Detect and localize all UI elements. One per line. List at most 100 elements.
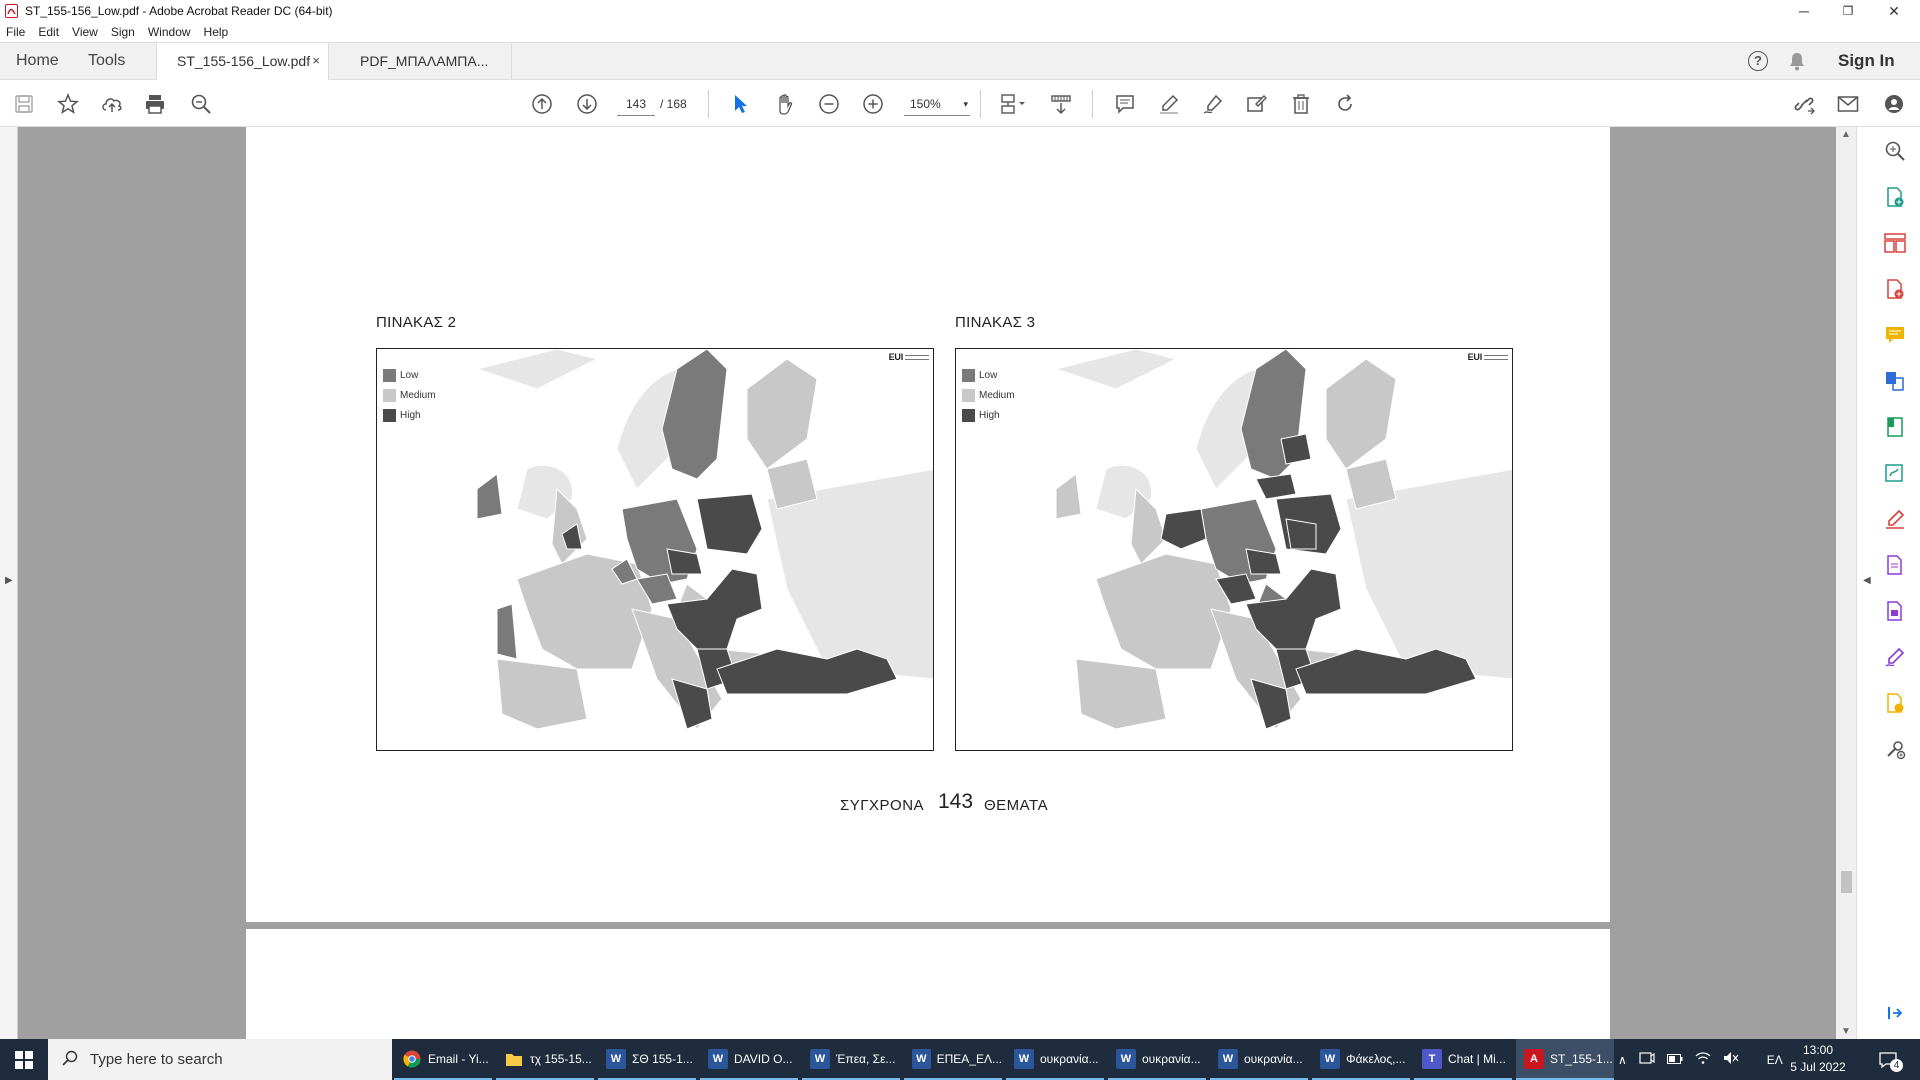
scroll-down-icon[interactable]: ▼ [1841, 1026, 1851, 1037]
taskbar-item-word[interactable]: W ουκρανία... [1108, 1039, 1206, 1080]
menu-bar: File Edit View Sign Window Help [0, 22, 1920, 42]
chrome-icon [402, 1049, 422, 1069]
taskbar-item-label: Φάκελος,... [1346, 1051, 1406, 1066]
previous-page-icon[interactable] [528, 90, 556, 118]
taskbar-item-label: DAVID O... [734, 1051, 793, 1066]
rotate-icon[interactable] [1331, 90, 1359, 118]
legend-item: Medium [383, 385, 436, 405]
document-viewport[interactable]: ▶ ΠΙΝΑΚΑΣ 2 ΠΙΝΑΚΑΣ 3 Low Medium High EU… [0, 127, 1920, 1049]
compress-pdf-icon[interactable] [1883, 415, 1907, 439]
edit-stamp-icon[interactable] [1243, 90, 1271, 118]
menu-file[interactable]: File [6, 25, 25, 39]
hand-tool-icon[interactable] [771, 90, 799, 118]
next-page-icon[interactable] [573, 90, 601, 118]
account-icon[interactable] [1880, 90, 1908, 118]
delete-trash-icon[interactable] [1287, 90, 1315, 118]
vertical-scrollbar[interactable]: ▲ ▼ [1836, 127, 1856, 1039]
notification-bell-icon[interactable] [1788, 51, 1806, 76]
meet-now-icon[interactable] [1639, 1051, 1655, 1068]
save-icon[interactable] [10, 90, 38, 118]
menu-edit[interactable]: Edit [38, 25, 59, 39]
notification-count-badge: 4 [1890, 1059, 1903, 1072]
teams-icon: T [1422, 1048, 1442, 1069]
taskbar-item-word[interactable]: W Φάκελος,... [1312, 1039, 1410, 1080]
create-pdf-icon[interactable] [1883, 185, 1907, 209]
more-tools-page-icon[interactable] [1883, 599, 1907, 623]
close-window-button[interactable]: ✕ [1872, 0, 1916, 22]
europe-map-left [475, 349, 933, 730]
comment-tool-icon[interactable] [1883, 323, 1907, 347]
print-icon[interactable] [141, 90, 169, 118]
page-display-icon[interactable] [996, 90, 1032, 118]
zoom-tool-icon[interactable] [1883, 139, 1907, 163]
customize-tools-icon[interactable] [1883, 737, 1907, 761]
battery-icon[interactable] [1666, 1053, 1683, 1067]
edit-pdf-icon[interactable] [1883, 461, 1907, 485]
legend-item: High [962, 405, 1015, 425]
zoom-out-icon[interactable] [815, 90, 843, 118]
action-center-button[interactable]: 4 [1878, 1039, 1903, 1080]
home-tab[interactable]: Home [16, 43, 59, 79]
taskbar-clock[interactable]: 13:00 5 Jul 2022 [1782, 1042, 1854, 1076]
left-panel-toggle[interactable]: ▶ [0, 127, 18, 1039]
tools-tab[interactable]: Tools [88, 43, 125, 79]
taskbar-item-word[interactable]: W ουκρανία... [1210, 1039, 1308, 1080]
close-tab-icon[interactable]: × [312, 43, 320, 79]
sign-pen-icon[interactable] [1199, 90, 1227, 118]
taskbar-item-word[interactable]: W DAVID O... [700, 1039, 798, 1080]
taskbar-item-word[interactable]: W Έπεα, Σε... [802, 1039, 900, 1080]
page-number-input[interactable]: 143 [617, 92, 655, 116]
taskbar-item-chrome[interactable]: Email - Yi... [394, 1039, 492, 1080]
page-footer-right: ΘΕΜΑΤΑ [984, 797, 1049, 814]
word-icon: W [1116, 1048, 1136, 1069]
maximize-button[interactable]: ❐ [1826, 0, 1870, 22]
start-button[interactable] [0, 1039, 48, 1080]
wifi-icon[interactable] [1695, 1051, 1711, 1068]
cloud-upload-icon[interactable] [98, 90, 126, 118]
collapse-right-pane-icon[interactable] [1883, 1001, 1907, 1025]
scroll-mode-icon[interactable] [1047, 90, 1075, 118]
menu-sign[interactable]: Sign [111, 25, 135, 39]
sign-in-button[interactable]: Sign In [1838, 43, 1895, 79]
taskbar-item-word[interactable]: W ουκρανία... [1006, 1039, 1104, 1080]
taskbar-item-word[interactable]: W ΕΠΕΑ_ΕΛ... [904, 1039, 1002, 1080]
request-signature-icon[interactable] [1883, 645, 1907, 669]
volume-muted-icon[interactable] [1723, 1051, 1739, 1068]
email-icon[interactable] [1834, 90, 1862, 118]
menu-help[interactable]: Help [204, 25, 229, 39]
tab-other-document[interactable]: PDF_ΜΠΑΛΑΜΠΑ... [340, 43, 512, 80]
export-pdf-icon[interactable] [1883, 277, 1907, 301]
select-cursor-icon[interactable] [727, 90, 755, 118]
taskbar-item-teams[interactable]: T Chat | Mi... [1414, 1039, 1512, 1080]
organize-pages-icon[interactable] [1883, 231, 1907, 255]
folder-icon [504, 1049, 524, 1069]
zoom-search-icon[interactable] [187, 90, 215, 118]
minimize-button[interactable]: ─ [1782, 0, 1826, 22]
taskbar-item-folder[interactable]: τχ 155-15... [496, 1039, 594, 1080]
windows-logo-icon [15, 1050, 33, 1069]
tab-active-document[interactable]: ST_155-156_Low.pdf × [156, 43, 329, 80]
highlight-pen-icon[interactable] [1155, 90, 1183, 118]
menu-view[interactable]: View [72, 25, 98, 39]
scroll-up-icon[interactable]: ▲ [1841, 129, 1851, 140]
input-language-indicator[interactable]: ΕΛ [1767, 1053, 1783, 1067]
collapse-pane-icon[interactable]: ◀ [1863, 575, 1871, 586]
comment-icon[interactable] [1111, 90, 1139, 118]
show-hidden-icons-chevron-up-icon[interactable]: ∧ [1618, 1053, 1627, 1067]
taskbar-search-box[interactable]: Type here to search [48, 1039, 392, 1080]
legend-swatch-low [383, 368, 396, 382]
taskbar-item-acrobat[interactable]: A ST_155-1... [1516, 1039, 1614, 1080]
share-link-icon[interactable] [1790, 90, 1818, 118]
protect-pdf-icon[interactable] [1883, 553, 1907, 577]
bookmark-star-icon[interactable] [54, 90, 82, 118]
taskbar-item-word[interactable]: W ΣΘ 155-1... [598, 1039, 696, 1080]
combine-files-icon[interactable] [1883, 369, 1907, 393]
fill-sign-icon[interactable] [1883, 507, 1907, 531]
zoom-level-dropdown[interactable]: 150% ▾ [904, 92, 970, 116]
zoom-in-icon[interactable] [859, 90, 887, 118]
send-for-review-icon[interactable] [1883, 691, 1907, 715]
help-icon[interactable]: ? [1748, 51, 1768, 71]
word-icon: W [1218, 1048, 1238, 1069]
scrollbar-thumb[interactable] [1841, 871, 1852, 893]
menu-window[interactable]: Window [148, 25, 191, 39]
